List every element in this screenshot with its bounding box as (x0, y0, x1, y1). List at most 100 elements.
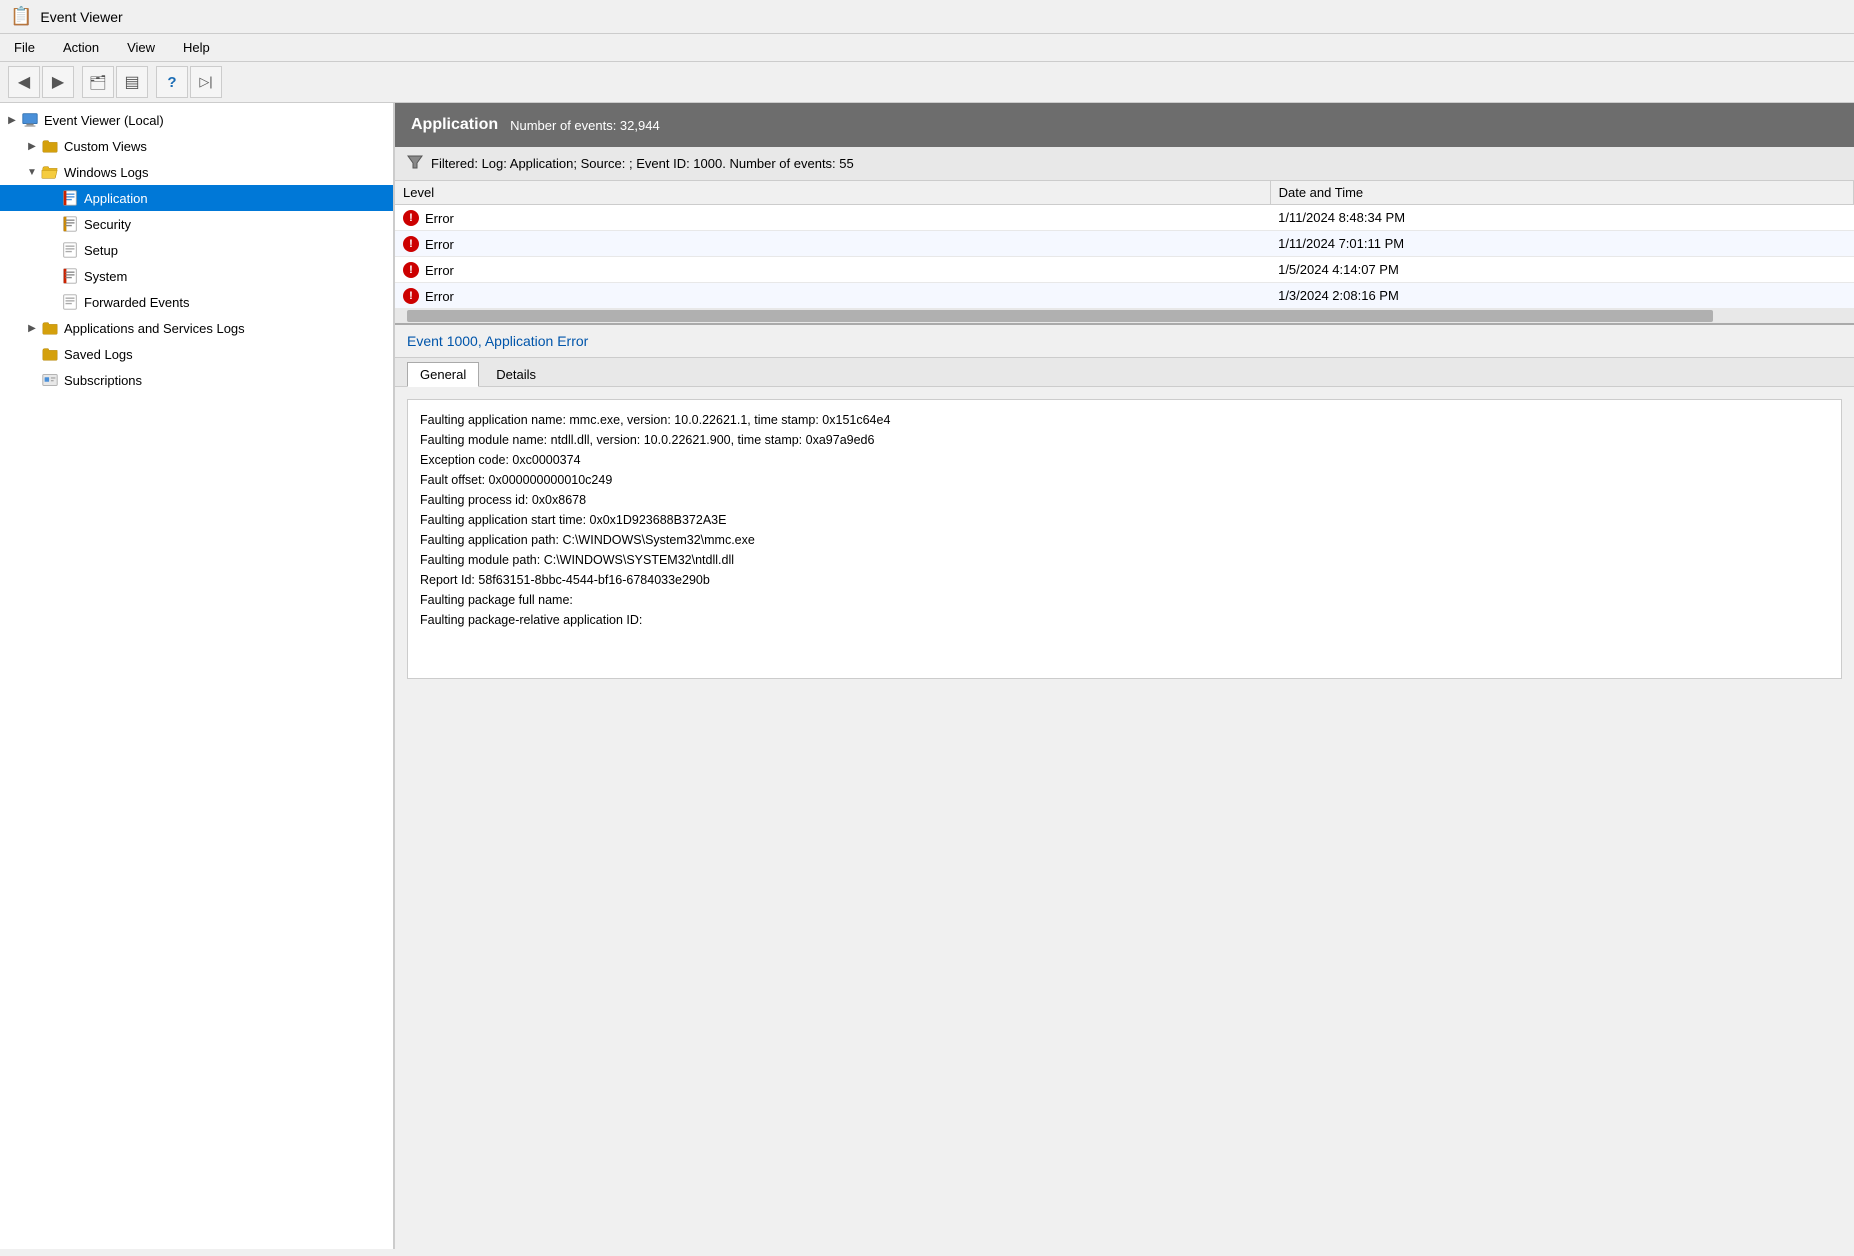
error-circle: ! (403, 210, 419, 226)
filter-bar: Filtered: Log: Application; Source: ; Ev… (395, 147, 1854, 181)
detail-line: Faulting package-relative application ID… (420, 610, 1829, 630)
folder-icon-app-services (40, 318, 60, 338)
menu-help[interactable]: Help (177, 38, 216, 57)
table-scrollbar[interactable] (407, 310, 1713, 322)
error-icon: ! Error (403, 236, 454, 252)
detail-line: Fault offset: 0x000000000010c249 (420, 470, 1829, 490)
content-area: Application Number of events: 32,944 Fil… (395, 103, 1854, 1249)
export-button[interactable]: ▷| (190, 66, 222, 98)
app-icon: 📋 (10, 6, 32, 27)
sidebar-item-subscriptions-label: Subscriptions (64, 373, 142, 388)
folder-icon (40, 136, 60, 156)
toolbar: ◀ ▶ 🗂 ▤ ? ▷| (0, 62, 1854, 103)
sidebar-item-root[interactable]: ▶ Event Viewer (Local) (0, 107, 393, 133)
log-icon-forwarded (60, 292, 80, 312)
cell-level: ! Error (395, 257, 1270, 283)
content-header: Application Number of events: 32,944 (395, 103, 1854, 147)
detail-line: Exception code: 0xc0000374 (420, 450, 1829, 470)
detail-line: Report Id: 58f63151-8bbc-4544-bf16-67840… (420, 570, 1829, 590)
cell-datetime: 1/11/2024 8:48:34 PM (1270, 205, 1853, 231)
detail-line: Faulting process id: 0x0x8678 (420, 490, 1829, 510)
sidebar-item-custom-views[interactable]: ▶ Custom Views (0, 133, 393, 159)
event-detail-body: Faulting application name: mmc.exe, vers… (395, 387, 1854, 1249)
sidebar-item-forwarded-events[interactable]: Forwarded Events (0, 289, 393, 315)
sidebar-item-custom-views-label: Custom Views (64, 139, 147, 154)
table-row[interactable]: ! Error 1/3/2024 2:08:16 PM (395, 283, 1854, 309)
help-button[interactable]: ? (156, 66, 188, 98)
sidebar-item-system-label: System (84, 269, 127, 284)
sidebar-item-security-label: Security (84, 217, 131, 232)
menu-file[interactable]: File (8, 38, 41, 57)
filter-icon (407, 154, 423, 173)
error-circle: ! (403, 262, 419, 278)
forward-button[interactable]: ▶ (42, 66, 74, 98)
sidebar: ▶ Event Viewer (Local) ▶ Custom Views (0, 103, 395, 1249)
sidebar-item-application[interactable]: Application (0, 185, 393, 211)
table-row[interactable]: ! Error 1/5/2024 4:14:07 PM (395, 257, 1854, 283)
folder-open-icon (40, 162, 60, 182)
menu-view[interactable]: View (121, 38, 161, 57)
sidebar-item-system[interactable]: System (0, 263, 393, 289)
event-detail-header: Event 1000, Application Error (395, 325, 1854, 358)
main-layout: ▶ Event Viewer (Local) ▶ Custom Views (0, 103, 1854, 1249)
back-button[interactable]: ◀ (8, 66, 40, 98)
event-detail-panel: Event 1000, Application Error General De… (395, 323, 1854, 1249)
subscriptions-icon (40, 370, 60, 390)
cell-level: ! Error (395, 231, 1270, 257)
sidebar-item-app-services-logs-label: Applications and Services Logs (64, 321, 245, 336)
col-datetime[interactable]: Date and Time (1270, 181, 1853, 205)
tree-toggle-root[interactable]: ▶ (4, 115, 20, 126)
sidebar-item-windows-logs-label: Windows Logs (64, 165, 149, 180)
events-table: Level Date and Time ! Error 1/11/2024 8:… (395, 181, 1854, 309)
tab-details[interactable]: Details (483, 362, 549, 386)
tree-toggle-windows-logs[interactable]: ▼ (24, 167, 40, 178)
cell-level: ! Error (395, 205, 1270, 231)
tree-toggle-app-services-logs[interactable]: ▶ (24, 323, 40, 334)
sidebar-item-app-services-logs[interactable]: ▶ Applications and Services Logs (0, 315, 393, 341)
error-circle: ! (403, 236, 419, 252)
tab-general[interactable]: General (407, 362, 479, 387)
detail-line: Faulting module path: C:\WINDOWS\SYSTEM3… (420, 550, 1829, 570)
error-icon: ! Error (403, 262, 454, 278)
sidebar-item-saved-logs[interactable]: Saved Logs (0, 341, 393, 367)
menu-bar: File Action View Help (0, 34, 1854, 62)
error-icon: ! Error (403, 210, 454, 226)
detail-line: Faulting application name: mmc.exe, vers… (420, 410, 1829, 430)
col-level[interactable]: Level (395, 181, 1270, 205)
sidebar-item-setup-label: Setup (84, 243, 118, 258)
detail-line: Faulting package full name: (420, 590, 1829, 610)
content-title: Application (411, 116, 498, 134)
events-table-wrapper: Level Date and Time ! Error 1/11/2024 8:… (395, 181, 1854, 323)
computer-icon (20, 110, 40, 130)
sidebar-item-security[interactable]: Security (0, 211, 393, 237)
sidebar-item-application-label: Application (84, 191, 148, 206)
level-text: Error (425, 237, 454, 252)
error-circle: ! (403, 288, 419, 304)
sidebar-item-forwarded-events-label: Forwarded Events (84, 295, 190, 310)
app-title: Event Viewer (40, 9, 122, 25)
level-text: Error (425, 263, 454, 278)
cell-datetime: 1/11/2024 7:01:11 PM (1270, 231, 1853, 257)
sidebar-item-windows-logs[interactable]: ▼ Windows Logs (0, 159, 393, 185)
sidebar-item-root-label: Event Viewer (Local) (44, 113, 164, 128)
level-text: Error (425, 289, 454, 304)
event-detail-text: Faulting application name: mmc.exe, vers… (407, 399, 1842, 679)
sidebar-item-saved-logs-label: Saved Logs (64, 347, 133, 362)
sidebar-item-subscriptions[interactable]: Subscriptions (0, 367, 393, 393)
detail-line: Faulting application path: C:\WINDOWS\Sy… (420, 530, 1829, 550)
folder-icon-saved-logs (40, 344, 60, 364)
up-button[interactable]: 🗂 (82, 66, 114, 98)
tabs-bar: General Details (395, 358, 1854, 387)
error-icon: ! Error (403, 288, 454, 304)
log-icon-system (60, 266, 80, 286)
level-text: Error (425, 211, 454, 226)
show-hide-button[interactable]: ▤ (116, 66, 148, 98)
cell-datetime: 1/5/2024 4:14:07 PM (1270, 257, 1853, 283)
sidebar-item-setup[interactable]: Setup (0, 237, 393, 263)
table-row[interactable]: ! Error 1/11/2024 8:48:34 PM (395, 205, 1854, 231)
detail-line: Faulting module name: ntdll.dll, version… (420, 430, 1829, 450)
tree-toggle-custom-views[interactable]: ▶ (24, 141, 40, 152)
filter-text: Filtered: Log: Application; Source: ; Ev… (431, 156, 854, 171)
table-row[interactable]: ! Error 1/11/2024 7:01:11 PM (395, 231, 1854, 257)
menu-action[interactable]: Action (57, 38, 105, 57)
